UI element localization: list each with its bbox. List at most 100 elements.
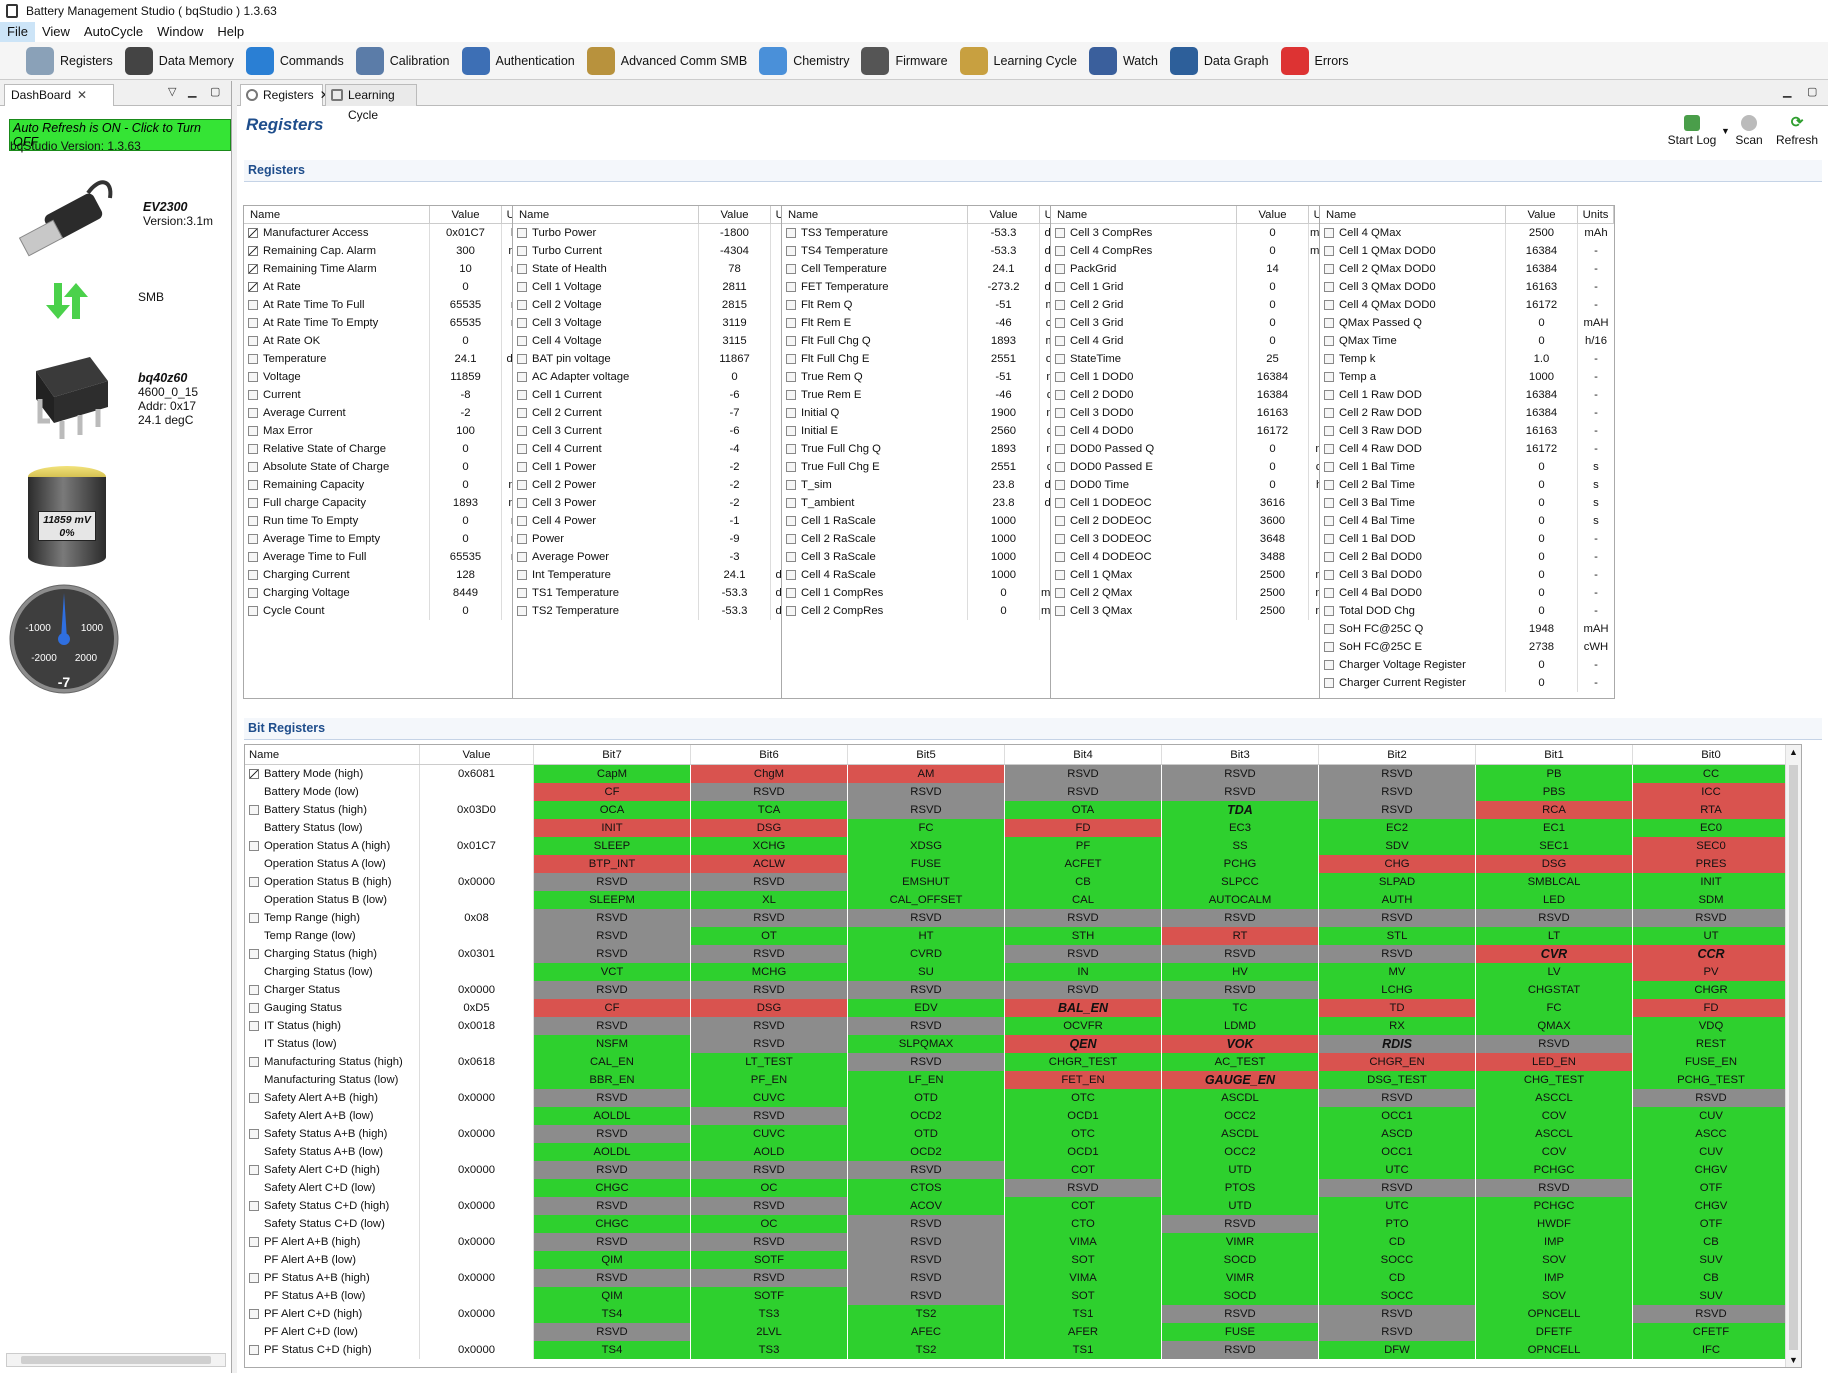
table-row[interactable]: Operation Status B (low) SLEEPM XL CAL_OFFS… (245, 891, 1801, 909)
bit-cell[interactable]: SOT (1005, 1287, 1162, 1305)
bit-cell[interactable]: ACOV (848, 1197, 1005, 1215)
bit-cell[interactable]: RSVD (691, 909, 848, 927)
bit-cell[interactable]: LDMD (1162, 1017, 1319, 1035)
bit-cell[interactable]: RSVD (1319, 945, 1476, 963)
table-row[interactable]: True Rem Q-51mAh (782, 368, 1076, 386)
bit-cell[interactable]: OTC (1005, 1125, 1162, 1143)
bit-cell[interactable]: LF_EN (848, 1071, 1005, 1089)
maximize-icon[interactable]: ▢ (1807, 85, 1817, 98)
table-row[interactable]: Initial E2560cWh (782, 422, 1076, 440)
bit-cell[interactable]: RSVD (691, 1197, 848, 1215)
table-row[interactable]: TS1 Temperature-53.3degC (513, 584, 807, 602)
bit-cell[interactable]: CAL (1005, 891, 1162, 909)
table-row[interactable]: TS3 Temperature-53.3degC (782, 224, 1076, 242)
table-row[interactable]: Run time To Empty0min (244, 512, 538, 530)
table-row[interactable]: Safety Status C+D (high) 0x0000 RSVD RSVD AC… (245, 1197, 1801, 1215)
table-row[interactable]: Relative State of Charge0% (244, 440, 538, 458)
bit-cell[interactable]: FET_EN (1005, 1071, 1162, 1089)
bit-cell[interactable]: CapM (534, 765, 691, 783)
toolbar-calibration-button[interactable]: Calibration (355, 44, 450, 78)
table-row[interactable]: Safety Alert A+B (high) 0x0000 RSVD CUVC OTD… (245, 1089, 1801, 1107)
table-row[interactable]: IT Status (low) NSFM RSVD SLPQMAX QEN VOK RDIS… (245, 1035, 1801, 1053)
table-row[interactable]: Cell 2 Bal Time 0 s (1320, 476, 1614, 494)
table-row[interactable]: QMax Passed Q 0 mAH (1320, 314, 1614, 332)
bit-cell[interactable]: RSVD (691, 1017, 848, 1035)
bit-cell[interactable]: RSVD (534, 927, 691, 945)
bit-cell[interactable]: QIM (534, 1251, 691, 1269)
bit-cell[interactable]: OC (691, 1215, 848, 1233)
table-row[interactable]: Cell 1 Voltage2811mV (513, 278, 807, 296)
bit-cell[interactable]: RSVD (534, 945, 691, 963)
table-row[interactable]: Cell 3 CompRes0mOhm (1051, 224, 1345, 242)
table-row[interactable]: Operation Status A (high) 0x01C7 SLEEP XCHG… (245, 837, 1801, 855)
bit-cell[interactable]: ACLW (691, 855, 848, 873)
bit-cell[interactable]: AOLDL (534, 1107, 691, 1125)
table-row[interactable]: Temperature24.1degC (244, 350, 538, 368)
bit-cell[interactable]: NSFM (534, 1035, 691, 1053)
bit-cell[interactable]: RSVD (1005, 981, 1162, 999)
bit-cell[interactable]: SLPQMAX (848, 1035, 1005, 1053)
bit-cell[interactable]: COV (1476, 1107, 1633, 1125)
start-log-button[interactable]: Start Log (1662, 115, 1722, 147)
bit-cell[interactable]: PV (1633, 963, 1790, 981)
bit-cell[interactable]: EDV (848, 999, 1005, 1017)
bit-cell[interactable]: UTD (1162, 1197, 1319, 1215)
bit-cell[interactable]: OTF (1633, 1179, 1790, 1197)
bit-cell[interactable]: RSVD (534, 1017, 691, 1035)
table-row[interactable]: SoH FC@25C Q 1948 mAH (1320, 620, 1614, 638)
bit-cell[interactable]: RSVD (534, 1089, 691, 1107)
bit-cell[interactable]: AFER (1005, 1323, 1162, 1341)
bit-cell[interactable]: CCR (1633, 945, 1790, 963)
table-row[interactable]: Cell 2 Current-7mA (513, 404, 807, 422)
bit-cell[interactable]: IN (1005, 963, 1162, 981)
bit-cell[interactable]: RSVD (1162, 1215, 1319, 1233)
bit-cell[interactable]: GAUGE_EN (1162, 1071, 1319, 1089)
bit-cell[interactable]: PF_EN (691, 1071, 848, 1089)
table-row[interactable]: Cell 2 DODEOC3600- (1051, 512, 1345, 530)
table-row[interactable]: Flt Full Chg E2551cWH (782, 350, 1076, 368)
bit-cell[interactable]: RSVD (691, 1269, 848, 1287)
table-row[interactable]: Charger Current Register 0 - (1320, 674, 1614, 692)
tab-learning-cycle[interactable]: Learning Cycle (325, 84, 417, 122)
bit-cell[interactable]: RDIS (1319, 1035, 1476, 1053)
table-row[interactable]: Cell 2 Power-2cW (513, 476, 807, 494)
column-header-bit6[interactable]: Bit6 (691, 745, 848, 764)
bit-cell[interactable]: SUV (1633, 1287, 1790, 1305)
bit-cell[interactable]: ASCDL (1162, 1089, 1319, 1107)
table-row[interactable]: StateTime25s (1051, 350, 1345, 368)
register-value[interactable]: 0x01C7 (430, 224, 502, 242)
bit-cell[interactable]: CVRD (848, 945, 1005, 963)
bit-cell[interactable]: VIMA (1005, 1233, 1162, 1251)
bit-cell[interactable]: ICC (1633, 783, 1790, 801)
bit-cell[interactable]: STL (1319, 927, 1476, 945)
table-row[interactable]: Voltage11859mV (244, 368, 538, 386)
bit-cell[interactable]: TS3 (691, 1341, 848, 1359)
bit-cell[interactable]: QIM (534, 1287, 691, 1305)
table-row[interactable]: Cell 4 Power-1cW (513, 512, 807, 530)
table-row[interactable]: Cell 4 Grid0- (1051, 332, 1345, 350)
scroll-down-icon[interactable]: ▼ (1789, 1355, 1798, 1365)
bit-cell[interactable]: AUTOCALM (1162, 891, 1319, 909)
table-row[interactable]: IT Status (high) 0x0018 RSVD RSVD RSVD OCVFR L… (245, 1017, 1801, 1035)
table-row[interactable]: Operation Status B (high) 0x0000 RSVD RSVD E… (245, 873, 1801, 891)
table-row[interactable]: PF Alert C+D (high) 0x0000 TS4 TS3 TS2 TS1 RSV… (245, 1305, 1801, 1323)
bit-cell[interactable]: CB (1633, 1233, 1790, 1251)
bit-cell[interactable]: RSVD (1319, 765, 1476, 783)
refresh-button[interactable]: ⟳ Refresh (1772, 115, 1822, 148)
table-row[interactable]: Average Time to Full65535min (244, 548, 538, 566)
column-header-name[interactable]: Name (782, 206, 968, 223)
column-header-bit2[interactable]: Bit2 (1319, 745, 1476, 764)
bit-cell[interactable]: RSVD (1319, 1305, 1476, 1323)
bit-cell[interactable]: RTA (1633, 801, 1790, 819)
bit-cell[interactable]: RSVD (1162, 783, 1319, 801)
bit-cell[interactable]: SOV (1476, 1287, 1633, 1305)
scan-button[interactable]: Scan (1729, 115, 1769, 147)
bit-cell[interactable]: RSVD (848, 1233, 1005, 1251)
table-row[interactable]: Cell 4 QMax DOD0 16172 - (1320, 296, 1614, 314)
table-row[interactable]: Cell 4 QMax 2500 mAh (1320, 224, 1614, 242)
bit-cell[interactable]: AM (848, 765, 1005, 783)
bit-cell[interactable]: OCVFR (1005, 1017, 1162, 1035)
table-row[interactable]: Current-8mA (244, 386, 538, 404)
table-row[interactable]: Flt Rem E-46cWH (782, 314, 1076, 332)
bit-cell[interactable]: TS2 (848, 1305, 1005, 1323)
